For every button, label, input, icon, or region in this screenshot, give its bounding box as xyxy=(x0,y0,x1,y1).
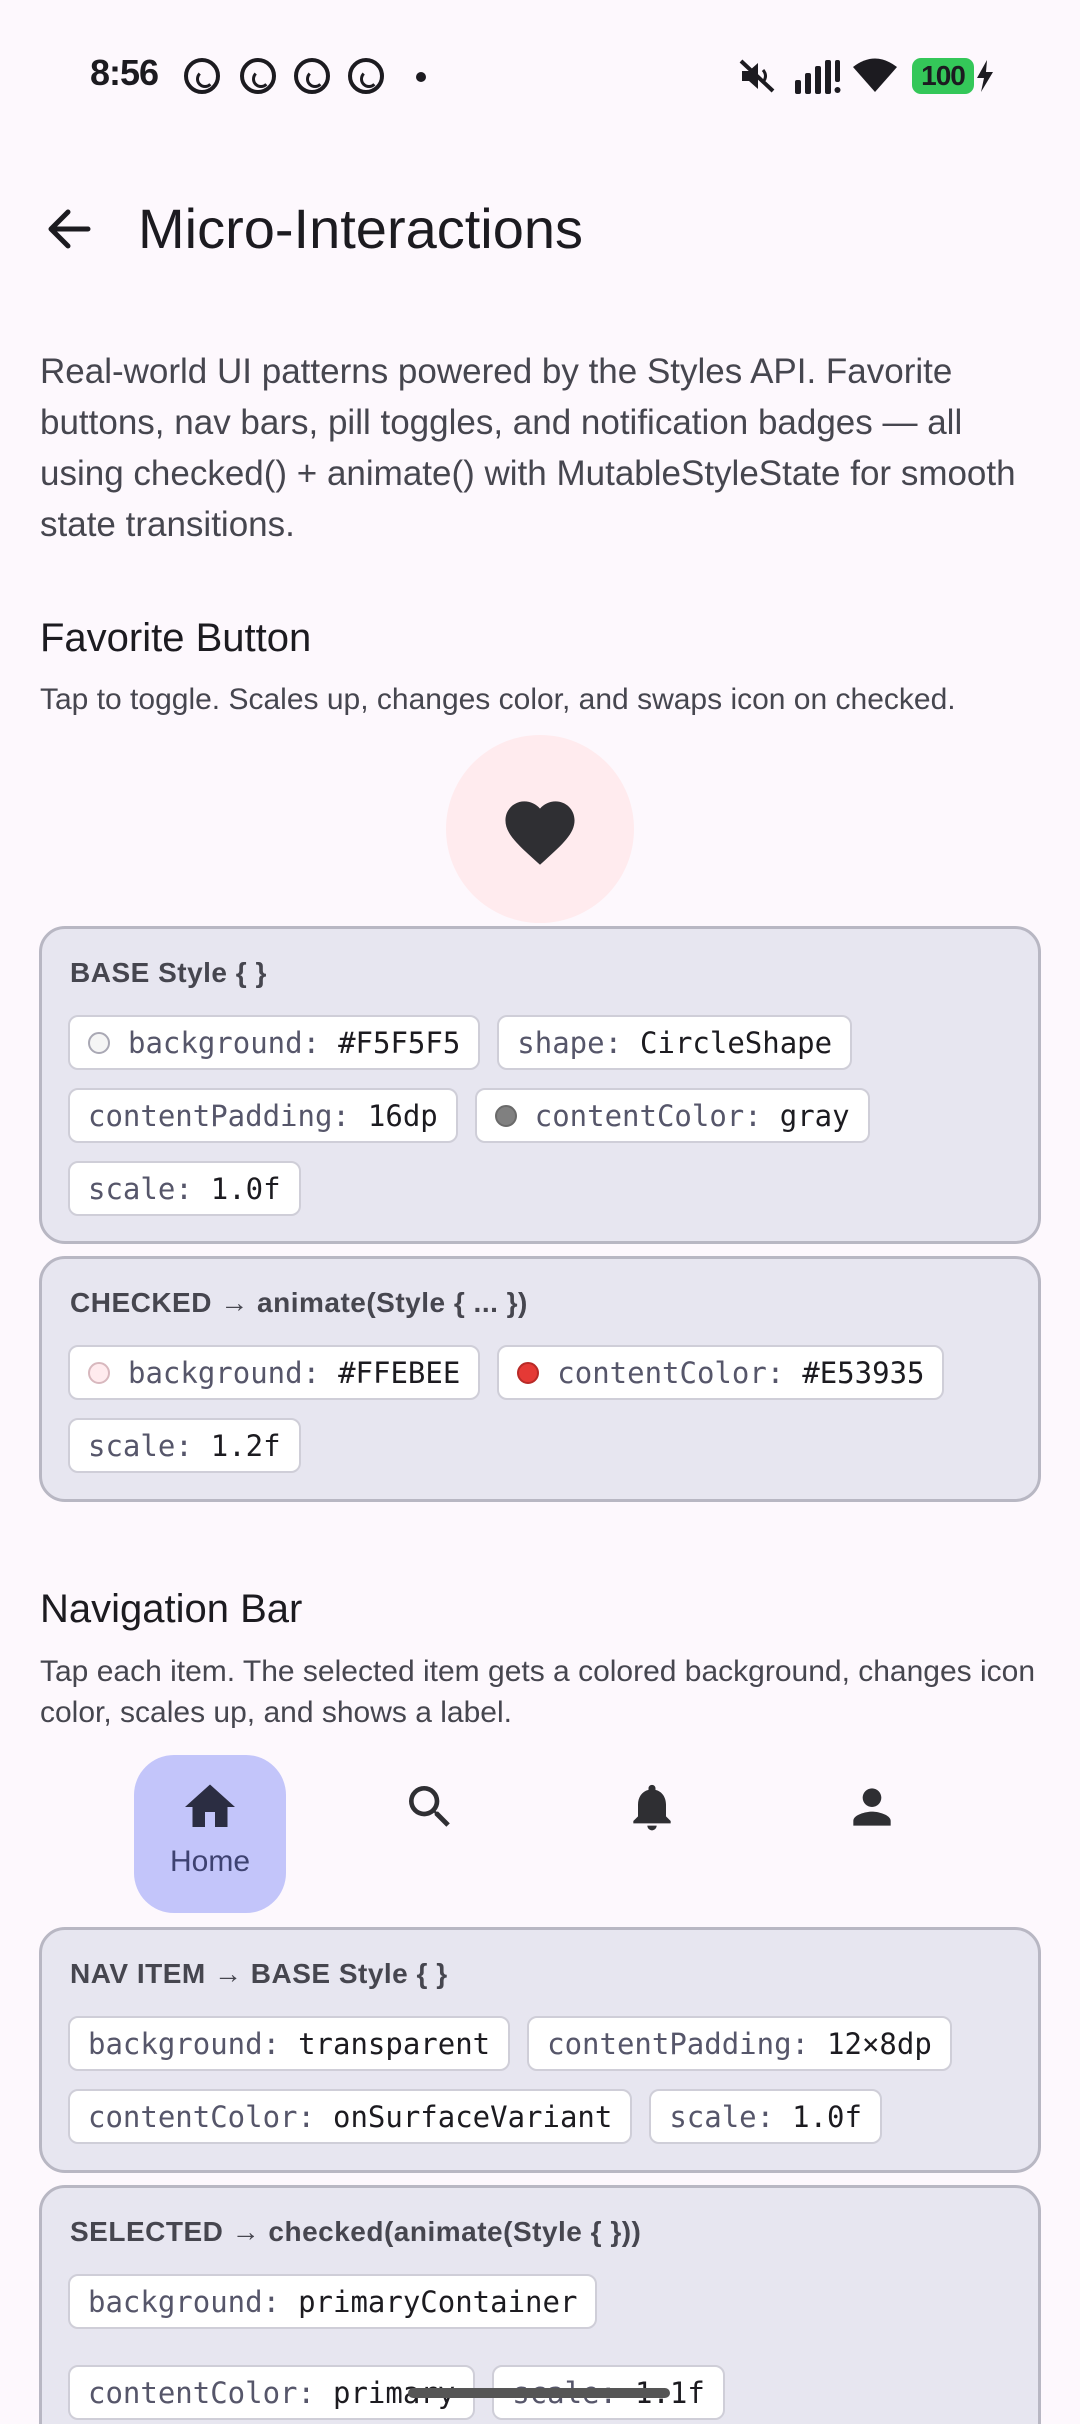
chip-list: background: primaryContainer contentColo… xyxy=(68,2274,1012,2420)
battery-icon: 100 xyxy=(912,58,974,94)
style-chip: background: transparent xyxy=(68,2016,511,2071)
mute-icon xyxy=(739,59,775,93)
chip-key: shape: xyxy=(517,1025,623,1060)
chip-value: #E53935 xyxy=(802,1355,925,1390)
chip-list: background: transparent contentPadding: … xyxy=(68,2016,1012,2144)
checked-style-card: CHECKED → animate(Style { ... }) backgro… xyxy=(39,1256,1041,1502)
color-swatch xyxy=(494,1104,517,1127)
favorite-button[interactable] xyxy=(446,735,634,923)
nav-item-home[interactable]: Home xyxy=(134,1755,286,1913)
card-title: CHECKED → animate(Style { ... }) xyxy=(70,1287,528,1318)
navigation-bar: Home xyxy=(134,1755,954,1913)
whatsapp-icon xyxy=(240,58,276,94)
card-title: NAV ITEM → BASE Style { } xyxy=(70,1958,448,1989)
nav-item-label: Home xyxy=(169,1845,251,1878)
wifi-icon xyxy=(853,58,897,92)
chip-key: scale: xyxy=(88,1428,193,1463)
intro-text: Real-world UI patterns powered by the St… xyxy=(40,352,1016,544)
card-title: BASE Style { } xyxy=(70,957,267,988)
chip-value: CircleShape xyxy=(640,1025,833,1060)
chip-key: contentPadding: xyxy=(88,1098,350,1133)
chip-key: background: xyxy=(88,2284,281,2319)
nav-item-profile[interactable] xyxy=(796,1755,948,1913)
chip-key: scale: xyxy=(88,1171,193,1206)
chip-value: #FFEBEE xyxy=(338,1355,461,1390)
nav-item-search[interactable] xyxy=(354,1755,506,1913)
style-chip: scale: 1.0f xyxy=(68,1161,301,1216)
arrow-back-icon[interactable] xyxy=(40,200,98,258)
bell-icon xyxy=(633,1784,671,1831)
style-chip: contentColor: onSurfaceVariant xyxy=(68,2089,633,2144)
style-chip: contentPadding: 16dp xyxy=(68,1088,458,1143)
page-title: Micro-Interactions xyxy=(138,197,584,260)
navigation-section-title: Navigation Bar xyxy=(40,1587,303,1631)
status-time: 8:56 xyxy=(90,52,159,93)
style-chip: contentPadding: 12×8dp xyxy=(527,2016,952,2071)
person-icon xyxy=(853,1788,891,1826)
chip-key: scale: xyxy=(669,2099,775,2134)
chip-key: contentColor: xyxy=(88,2099,315,2134)
home-icon xyxy=(185,1784,235,1827)
chip-list: background: #FFEBEE contentColor: #E5393… xyxy=(68,1345,1012,1473)
chip-list: background: #F5F5F5 shape: CircleShape c… xyxy=(68,1015,1012,1216)
chip-value: primaryContainer xyxy=(298,2284,578,2319)
chip-key: background: xyxy=(128,1025,321,1060)
chip-value: #F5F5F5 xyxy=(338,1025,461,1060)
chip-key: contentColor: xyxy=(88,2375,315,2410)
notification-dot-icon xyxy=(416,72,426,82)
card-title: SELECTED → checked(animate(Style { })) xyxy=(70,2216,642,2247)
style-chip: scale: 1.0f xyxy=(649,2089,882,2144)
chip-value: 1.0f xyxy=(792,2099,862,2134)
search-icon xyxy=(409,1786,450,1827)
chip-value: 16dp xyxy=(367,1098,438,1133)
charging-bolt-icon xyxy=(977,60,993,92)
status-bar: 8:56 100 xyxy=(0,0,1080,150)
chip-key: background: xyxy=(88,2026,281,2061)
nav-item-style-card: NAV ITEM → BASE Style { } background: tr… xyxy=(39,1927,1041,2173)
whatsapp-icon xyxy=(294,58,330,94)
whatsapp-icon xyxy=(348,58,384,94)
style-chip: background: #FFEBEE xyxy=(68,1345,481,1400)
favorite-section-description: Tap to toggle. Scales up, changes color,… xyxy=(40,683,956,716)
style-chip: shape: CircleShape xyxy=(497,1015,853,1070)
color-swatch xyxy=(88,1031,110,1054)
base-style-card: BASE Style { } background: #F5F5F5 shape… xyxy=(39,926,1041,1244)
chip-value: 1.0f xyxy=(210,1171,281,1206)
chip-key: contentColor: xyxy=(557,1355,785,1390)
chip-value: transparent xyxy=(298,2026,491,2061)
heart-icon xyxy=(505,801,575,865)
favorite-section-title: Favorite Button xyxy=(40,616,312,660)
nav-item-notifications[interactable] xyxy=(576,1755,728,1913)
style-chip: background: #F5F5F5 xyxy=(68,1015,481,1070)
chip-value: 1.2f xyxy=(210,1428,281,1463)
chip-value: 12×8dp xyxy=(827,2026,932,2061)
style-chip: contentColor: #E53935 xyxy=(497,1345,945,1400)
color-swatch xyxy=(517,1361,540,1384)
style-chip: background: primaryContainer xyxy=(68,2274,598,2329)
chip-key: background: xyxy=(128,1355,321,1390)
style-chip: contentColor: gray xyxy=(474,1088,870,1143)
whatsapp-icon xyxy=(184,58,220,94)
chip-value: gray xyxy=(779,1098,850,1133)
chip-key: contentColor: xyxy=(534,1098,762,1133)
signal-icon xyxy=(795,60,841,94)
style-chip: scale: 1.2f xyxy=(68,1418,301,1473)
chip-key: contentPadding: xyxy=(547,2026,810,2061)
navigation-section-description: Tap each item. The selected item gets a … xyxy=(40,1655,1036,1729)
color-swatch xyxy=(88,1361,110,1384)
gesture-handle[interactable] xyxy=(408,2388,670,2398)
chip-value: onSurfaceVariant xyxy=(332,2099,613,2134)
